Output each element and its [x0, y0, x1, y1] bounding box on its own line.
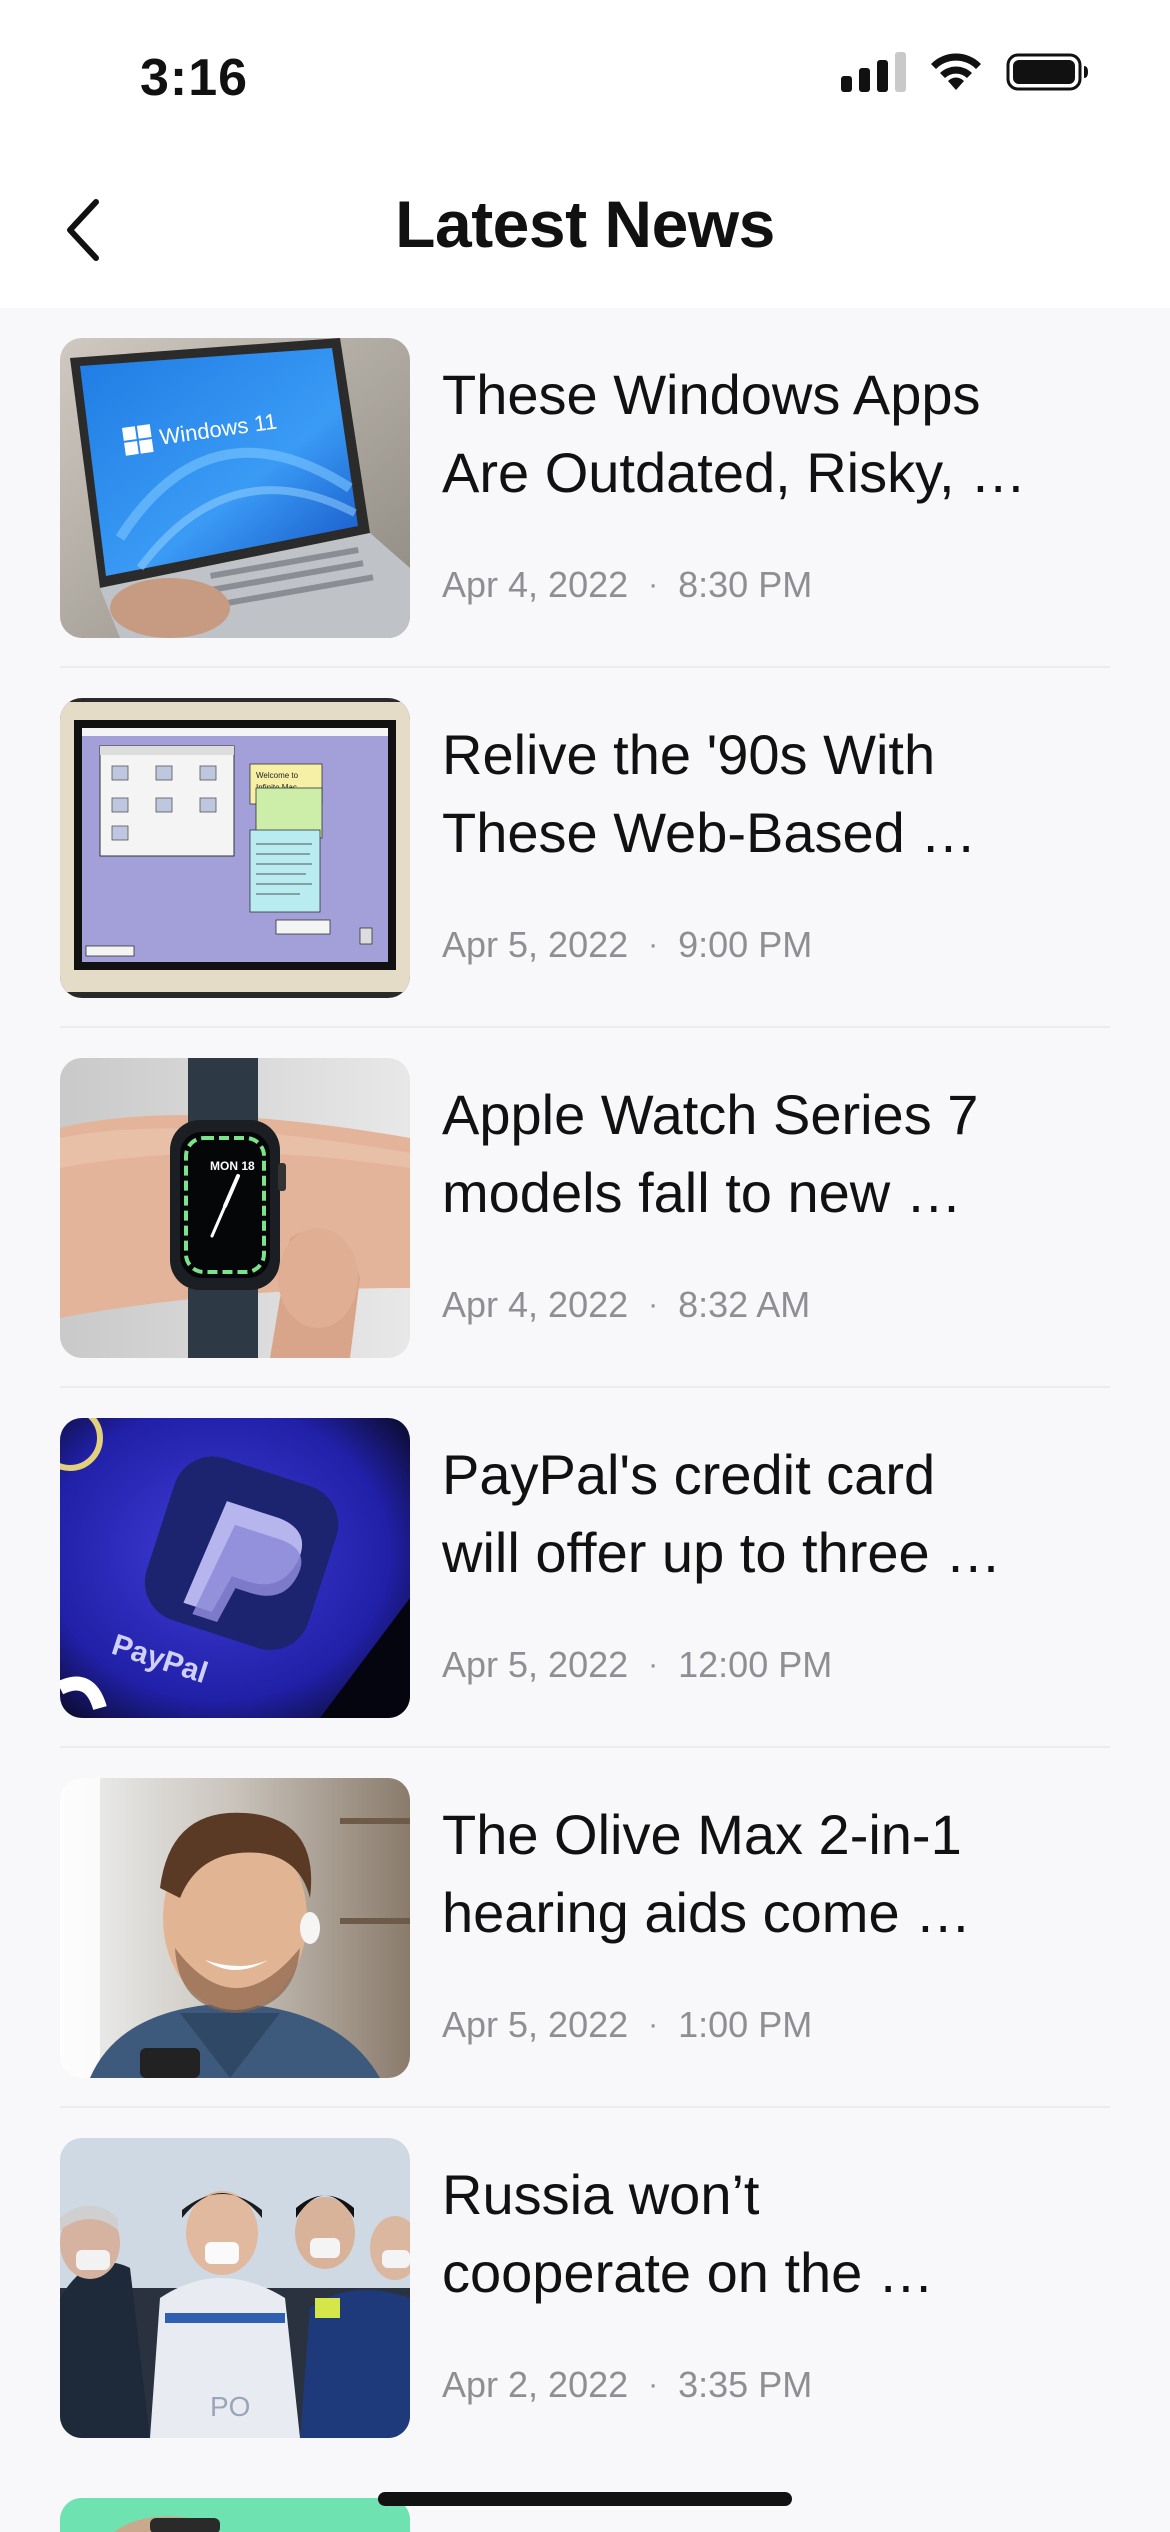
news-time: 9:00 PM — [678, 924, 813, 965]
svg-text:Welcome to: Welcome to — [256, 771, 299, 780]
status-bar: 3:16 — [0, 0, 1170, 150]
separator-dot: · — [648, 1288, 659, 1321]
status-icons — [841, 52, 1090, 92]
separator-dot: · — [648, 1648, 659, 1681]
news-item[interactable]: Welcome to Infinite Mac Relive the '90s … — [60, 668, 1110, 1028]
news-headline: Apple Watch Series 7 models fall to new … — [442, 1083, 979, 1224]
news-time: 3:35 PM — [678, 2364, 813, 2405]
home-indicator[interactable] — [378, 2492, 792, 2506]
news-headline: These Windows Apps Are Outdated, Risky, … — [442, 363, 1027, 504]
news-headline: The Olive Max 2-in-1 hearing aids come … — [442, 1803, 972, 1944]
news-item[interactable]: The Olive Max 2-in-1 hearing aids come …… — [60, 1748, 1110, 2108]
news-date: Apr 4, 2022 — [442, 1284, 629, 1325]
news-time: 12:00 PM — [678, 1644, 833, 1685]
retro-mac-image: Welcome to Infinite Mac — [60, 698, 410, 998]
partial-news-thumbnail[interactable] — [60, 2498, 410, 2532]
news-item[interactable]: MON 18 Apple Watch Series 7 models fall … — [60, 1028, 1110, 1388]
battery-icon — [1006, 53, 1088, 91]
news-item[interactable]: PO Russia won’t cooperate on the … Apr 2… — [60, 2108, 1110, 2468]
separator-dot: · — [648, 568, 659, 601]
news-time: 1:00 PM — [678, 2004, 813, 2045]
news-date: Apr 4, 2022 — [442, 564, 629, 605]
cosmonauts-image: PO — [60, 2138, 410, 2438]
news-time: 8:30 PM — [678, 564, 813, 605]
news-date: Apr 2, 2022 — [442, 2364, 629, 2405]
news-time: 8:32 AM — [678, 1284, 811, 1325]
separator-dot: · — [648, 2368, 659, 2401]
navigation-bar: Latest News — [0, 150, 1170, 308]
windows-laptop-image: Windows 11 — [60, 338, 410, 638]
news-list: Windows 11 These Windows Apps Are Outdat… — [0, 308, 1170, 2468]
news-timestamp: Apr 4, 2022 · 8:30 PM — [442, 564, 812, 606]
news-date: Apr 5, 2022 — [442, 1644, 629, 1685]
news-timestamp: Apr 5, 2022 · 9:00 PM — [442, 924, 812, 966]
news-timestamp: Apr 4, 2022 · 8:32 AM — [442, 1284, 810, 1326]
separator-dot: · — [648, 2008, 659, 2041]
news-item[interactable]: Windows 11 These Windows Apps Are Outdat… — [60, 308, 1110, 668]
news-headline: PayPal's credit card will offer up to th… — [442, 1443, 1002, 1584]
smiling-man-image — [60, 1778, 410, 2078]
status-time: 3:16 — [140, 49, 249, 107]
page-title: Latest News — [395, 187, 775, 261]
paypal-app-image: PayPal — [60, 1418, 410, 1718]
news-timestamp: Apr 5, 2022 · 12:00 PM — [442, 1644, 832, 1686]
news-screen: 3:16 Latest News Windows 11 These Window… — [0, 0, 1170, 2532]
news-item[interactable]: PayPal PayPal's credit card will offer u… — [60, 1388, 1110, 1748]
news-headline: Russia won’t cooperate on the … — [442, 2163, 934, 2304]
news-timestamp: Apr 2, 2022 · 3:35 PM — [442, 2364, 812, 2406]
news-headline: Relive the '90s With These Web-Based … — [442, 723, 977, 864]
suit-text: PO — [210, 2391, 250, 2422]
news-date: Apr 5, 2022 — [442, 2004, 629, 2045]
wifi-icon — [931, 53, 981, 90]
cellular-signal-icon — [841, 52, 906, 92]
news-date: Apr 5, 2022 — [442, 924, 629, 965]
news-timestamp: Apr 5, 2022 · 1:00 PM — [442, 2004, 812, 2046]
apple-watch-image: MON 18 — [60, 1058, 410, 1358]
watch-date-text: MON 18 — [210, 1159, 255, 1173]
separator-dot: · — [648, 928, 659, 961]
